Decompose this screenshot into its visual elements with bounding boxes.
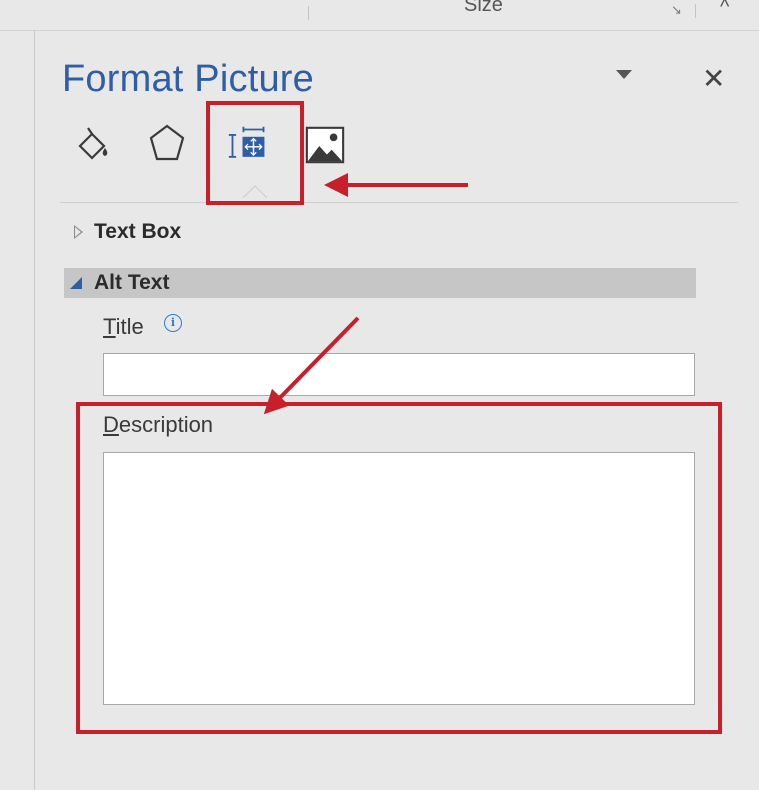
chevron-down-icon[interactable] [616,70,632,79]
title-label: Title [103,314,144,339]
expand-caret-icon [64,222,94,242]
layout-properties-icon [228,126,265,158]
description-field[interactable] [103,452,695,705]
tab-divider [60,202,738,203]
collapse-ribbon-icon[interactable]: ^ [720,0,729,19]
paint-bucket-icon [78,127,108,160]
selected-tab-indicator [243,185,267,198]
section-label: Alt Text [94,271,170,294]
title-field[interactable] [103,353,695,396]
dialog-launcher-icon[interactable]: ↘ [671,2,682,18]
section-label: Text Box [94,220,182,243]
collapse-caret-icon [64,273,94,293]
tab-picture[interactable] [304,124,346,166]
ribbon-size-group-label: Size [464,0,503,16]
section-alt-text[interactable]: Alt Text [64,268,696,298]
pentagon-icon [149,124,185,161]
tab-effects[interactable] [146,122,188,164]
ribbon-separator [308,6,309,20]
picture-icon [305,126,345,164]
pane-title: Format Picture [62,58,314,100]
info-icon[interactable]: i [164,314,182,332]
tab-layout-properties[interactable] [227,124,269,166]
close-icon[interactable]: ✕ [702,62,725,95]
ribbon-separator [695,4,696,18]
section-text-box[interactable]: Text Box [64,217,181,247]
pane-left-border [34,30,35,790]
tab-fill-line[interactable] [72,124,114,166]
description-label: Description [103,412,214,437]
ribbon-strip: Size ↘ ^ [0,0,759,31]
